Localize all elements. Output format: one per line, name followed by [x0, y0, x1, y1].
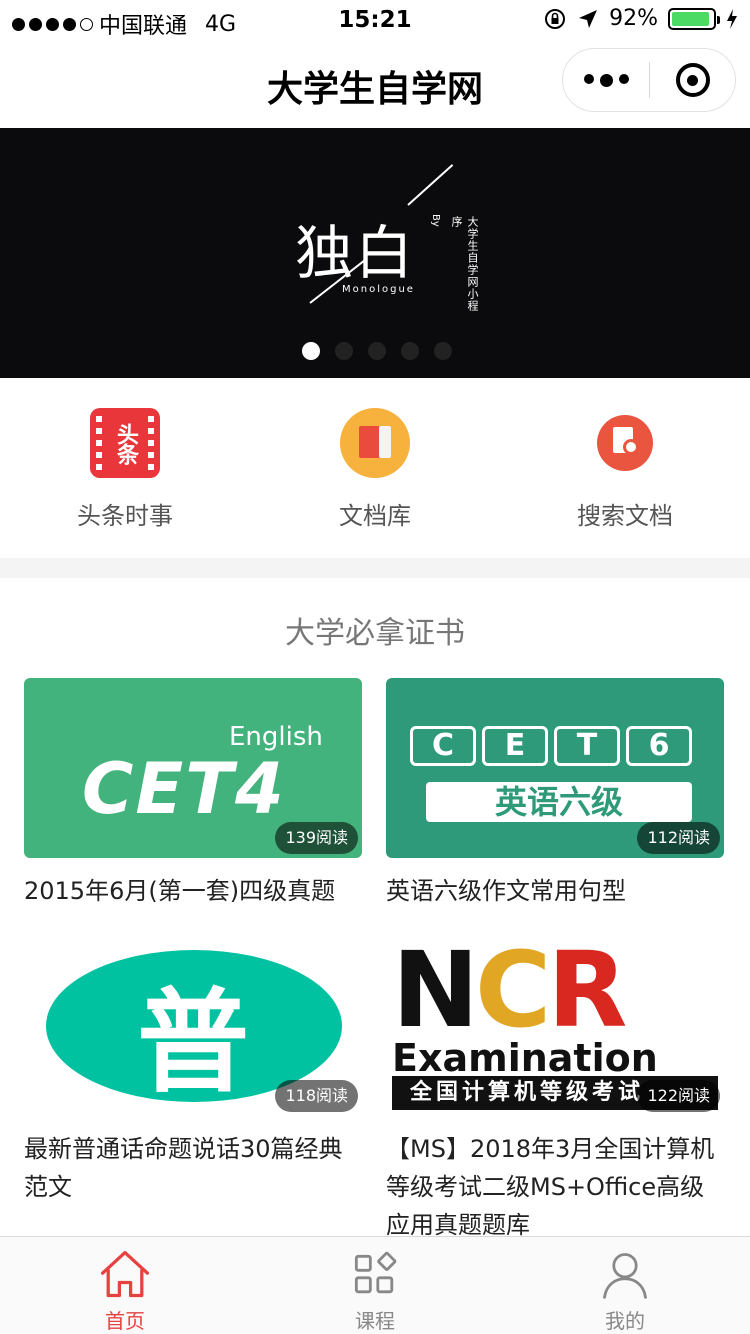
card-title: 2015年6月(第一套)四级真题: [24, 877, 336, 905]
card-title: 【MS】2018年3月全国计算机等级考试二级MS+Office高级应用真题题库: [386, 1135, 715, 1239]
close-miniprogram-button[interactable]: [650, 63, 735, 97]
card-thumbnail: 普 118阅读: [24, 936, 362, 1116]
thumbnail-logo-letters: NCR: [392, 936, 627, 1051]
section-title: 大学必拿证书: [285, 616, 465, 651]
quick-item-document-library[interactable]: 文档库: [250, 378, 500, 558]
carousel-indicator-dot[interactable]: [401, 342, 419, 360]
orientation-lock-icon: [545, 8, 566, 29]
navigation-bar: 大学生自学网: [0, 40, 750, 128]
card-title: 最新普通话命题说话30篇经典范文: [24, 1135, 343, 1201]
thumbnail-letter-boxes: C E T 6: [410, 726, 692, 766]
target-close-icon: [675, 63, 710, 97]
card-thumbnail: C E T 6 英语六级 112阅读: [386, 678, 724, 858]
certificate-card[interactable]: C E T 6 英语六级 112阅读 英语六级作文常用句型: [386, 678, 724, 910]
banner-logo: 独白 By 大学生自学网小程序 Monologue: [290, 164, 480, 316]
banner-slash-decoration: [407, 164, 454, 206]
thumbnail-chinese-title: 英语六级: [426, 782, 692, 822]
thumbnail-title: CET4: [82, 748, 286, 830]
letter-box: C: [410, 726, 476, 766]
card-title: 英语六级作文常用句型: [386, 877, 626, 905]
card-thumbnail: NCR Examination 全国计算机等级考试 122阅读: [386, 936, 724, 1116]
home-icon: [100, 1250, 150, 1298]
certificate-card[interactable]: English CET4 139阅读 2015年6月(第一套)四级真题: [24, 678, 362, 910]
banner-main-text: 独白: [295, 219, 416, 287]
news-icon-text: 头条: [113, 423, 138, 463]
status-bar: 中国联通 4G 15:21 92%: [0, 0, 750, 40]
carousel-indicator-dot[interactable]: [335, 342, 353, 360]
certificate-card[interactable]: NCR Examination 全国计算机等级考试 122阅读 【MS】2018…: [386, 936, 724, 1244]
battery-percent: 92%: [609, 6, 658, 31]
quick-item-news[interactable]: 头条 头条时事: [0, 378, 250, 558]
carousel-indicator-dot[interactable]: [302, 342, 320, 360]
letter-box: 6: [626, 726, 692, 766]
document-library-icon: [340, 408, 410, 478]
letter-box: T: [554, 726, 620, 766]
quick-item-label: 文档库: [339, 502, 411, 530]
carousel-indicator-dot[interactable]: [368, 342, 386, 360]
tab-label: 我的: [605, 1309, 645, 1333]
banner-side-text: 大学生自学网小程序: [450, 216, 479, 312]
tab-me[interactable]: 我的: [500, 1237, 750, 1334]
news-icon: 头条: [90, 408, 160, 478]
tab-home[interactable]: 首页: [0, 1237, 250, 1334]
battery-icon: [668, 7, 720, 30]
carousel-indicator-dot[interactable]: [434, 342, 452, 360]
banner-sub-text: Monologue: [342, 284, 415, 295]
quick-item-label: 头条时事: [77, 502, 173, 530]
section-divider: [0, 558, 750, 578]
status-bar-right: 92%: [543, 6, 738, 31]
user-icon: [603, 1253, 647, 1299]
quick-item-label: 搜索文档: [577, 502, 673, 530]
tab-courses[interactable]: 课程: [250, 1237, 500, 1334]
banner-carousel[interactable]: 独白 By 大学生自学网小程序 Monologue: [0, 128, 750, 378]
search-document-icon: [597, 415, 653, 471]
thumbnail-title: Examination: [392, 1036, 658, 1080]
location-arrow-icon: [579, 9, 598, 28]
course-grid-icon: [354, 1251, 397, 1294]
charging-bolt-icon: [727, 8, 737, 29]
read-count-badge: 122阅读: [637, 1080, 720, 1112]
miniprogram-capsule: [562, 48, 736, 112]
tab-label: 首页: [105, 1309, 145, 1333]
more-dots-icon: [583, 73, 594, 84]
more-options-button[interactable]: [563, 73, 649, 87]
quick-item-search-documents[interactable]: 搜索文档: [500, 378, 750, 558]
read-count-badge: 139阅读: [275, 822, 358, 854]
battery-level-fill: [672, 11, 709, 26]
letter-box: E: [482, 726, 548, 766]
carousel-indicators: [302, 342, 452, 360]
quick-menu: 头条 头条时事 文档库 搜索文档: [0, 378, 750, 558]
certificate-card[interactable]: 普 118阅读 最新普通话命题说话30篇经典范文: [24, 936, 362, 1206]
read-count-badge: 118阅读: [275, 1080, 358, 1112]
banner-by-text: By: [430, 214, 441, 227]
tab-bar: 首页 课程 我的: [0, 1236, 750, 1334]
tab-label: 课程: [355, 1309, 395, 1333]
card-thumbnail: English CET4 139阅读: [24, 678, 362, 858]
read-count-badge: 112阅读: [637, 822, 720, 854]
